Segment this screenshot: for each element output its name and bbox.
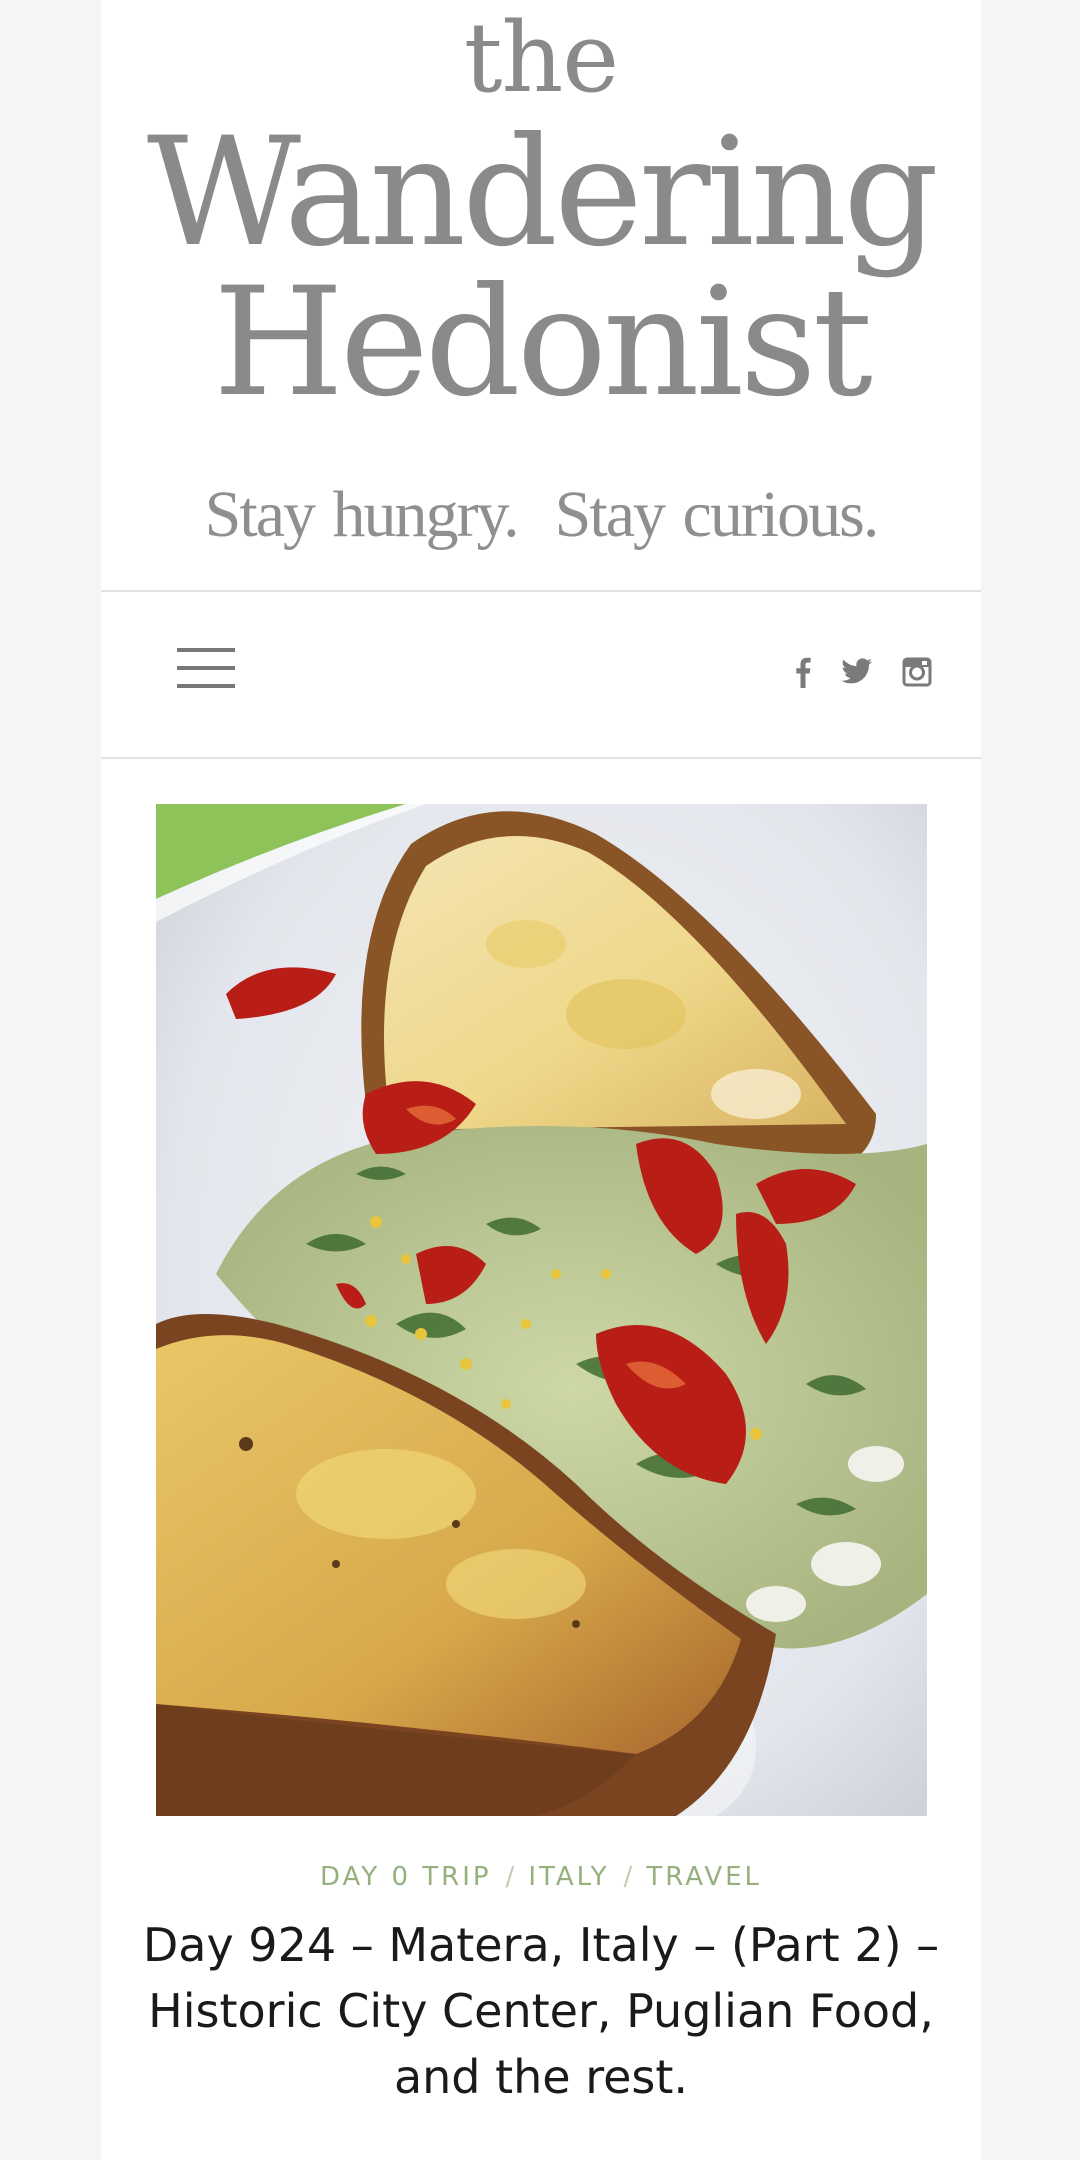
hamburger-menu-icon[interactable] bbox=[177, 648, 237, 692]
instagram-icon[interactable] bbox=[897, 652, 937, 692]
site-tagline: Stay hungry. Stay curious. bbox=[204, 478, 880, 551]
post-title[interactable]: Day 924 – Matera, Italy – (Part 2) – His… bbox=[141, 1912, 941, 2110]
post-featured-image[interactable] bbox=[156, 804, 927, 1816]
logo-hedonist: Hedonist bbox=[213, 256, 873, 430]
category-link-italy[interactable]: ITALY bbox=[528, 1862, 609, 1892]
facebook-icon[interactable] bbox=[783, 652, 823, 692]
twitter-icon[interactable] bbox=[837, 652, 877, 692]
category-link-travel[interactable]: TRAVEL bbox=[646, 1862, 762, 1892]
navbar bbox=[101, 592, 981, 757]
category-link-day-0-trip[interactable]: DAY 0 TRIP bbox=[320, 1862, 492, 1892]
post-categories: DAY 0 TRIP / ITALY / TRAVEL bbox=[101, 1862, 981, 1892]
page-container: the Wandering Hedonist Stay hungry. Stay… bbox=[101, 0, 981, 2160]
logo-wandering: Wandering bbox=[146, 106, 939, 280]
logo-the: the bbox=[463, 2, 619, 114]
site-logo[interactable]: the Wandering Hedonist Stay hungry. Stay… bbox=[101, 0, 981, 590]
food-photo bbox=[156, 804, 927, 1816]
category-separator: / bbox=[505, 1862, 515, 1892]
category-separator: / bbox=[623, 1862, 633, 1892]
navbar-divider bbox=[101, 757, 981, 759]
